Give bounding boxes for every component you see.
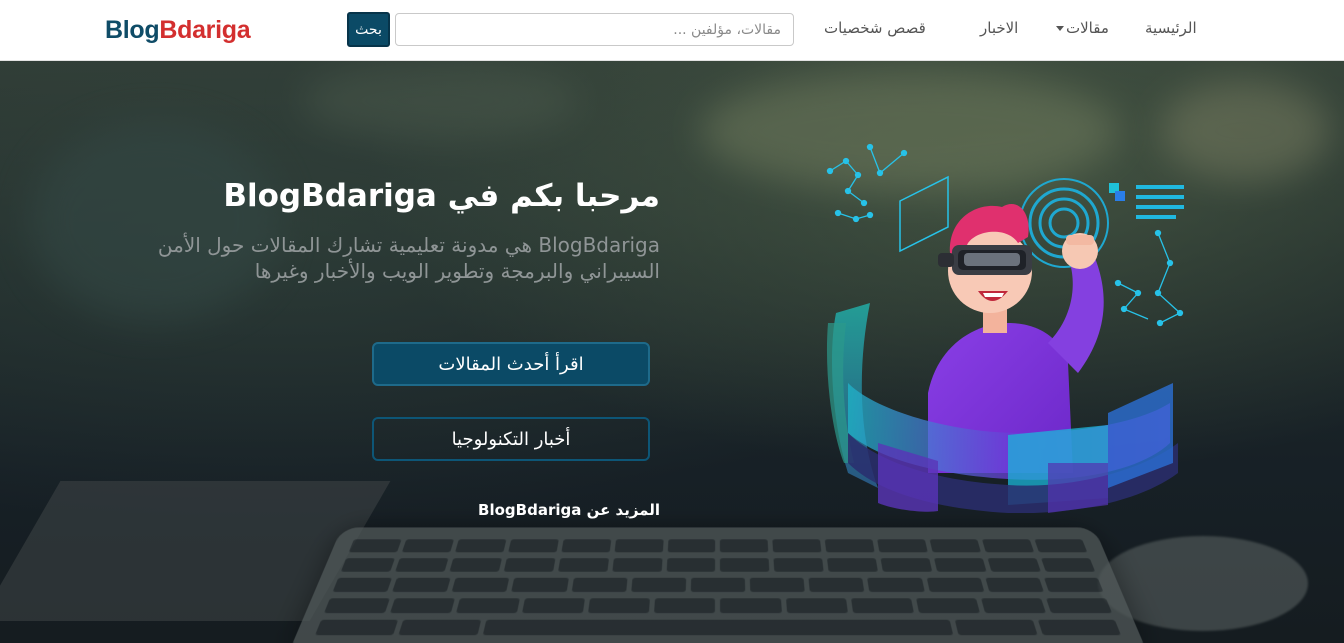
- menu-lines-icon: [1109, 183, 1184, 219]
- search-input[interactable]: [395, 13, 794, 46]
- nav-dropdown-articles[interactable]: مقالات: [1056, 19, 1109, 37]
- vr-illustration: [826, 143, 1184, 513]
- hero-title: مرحبا بكم في BlogBdariga: [223, 178, 660, 214]
- brand-logo-link[interactable]: BlogBdariga: [105, 16, 251, 45]
- navbar: BlogBdariga بحث قصص شخصيات الاخبار مقالا…: [0, 0, 1344, 61]
- nav-link-news[interactable]: الاخبار: [980, 19, 1018, 37]
- background-blur: [300, 61, 580, 141]
- search-button[interactable]: بحث: [347, 12, 390, 47]
- nav-link-home[interactable]: الرئيسية: [1145, 19, 1197, 37]
- background-keyboard: [290, 527, 1146, 643]
- nav-articles-label: مقالات: [1066, 19, 1109, 37]
- hologram-panel: [899, 175, 949, 253]
- hero-section: مرحبا بكم في BlogBdariga BlogBdariga هي …: [0, 61, 1344, 643]
- more-about-link[interactable]: المزيد عن BlogBdariga: [380, 501, 660, 519]
- tech-news-button[interactable]: أخبار التكنولوجيا: [372, 417, 650, 461]
- hero-description: BlogBdariga هي مدونة تعليمية تشارك المقا…: [157, 233, 660, 283]
- chevron-down-icon: [1056, 26, 1064, 31]
- brand-text-bdariga: Bdariga: [159, 16, 251, 44]
- brand-text-blog: Blog: [105, 16, 160, 44]
- nav-link-stories[interactable]: قصص شخصيات: [824, 19, 926, 37]
- background-blur: [30, 121, 280, 321]
- read-latest-articles-button[interactable]: اقرأ أحدث المقالات: [372, 342, 650, 386]
